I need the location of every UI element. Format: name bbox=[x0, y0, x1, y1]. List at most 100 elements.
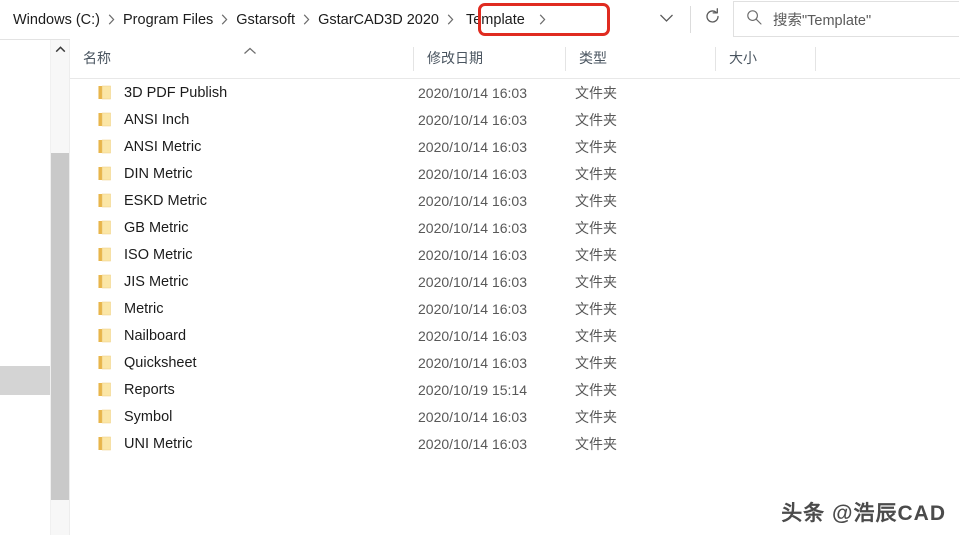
column-header-size[interactable]: 大小 bbox=[716, 39, 815, 77]
file-date-cell: 2020/10/14 16:03 bbox=[418, 246, 527, 263]
file-date-cell: 2020/10/14 16:03 bbox=[418, 219, 527, 236]
column-divider[interactable] bbox=[815, 47, 816, 71]
folder-icon bbox=[98, 274, 111, 289]
file-name-label: Quicksheet bbox=[124, 354, 197, 371]
file-name-cell[interactable]: Symbol bbox=[70, 409, 172, 425]
folder-icon bbox=[98, 382, 111, 397]
file-name-label: JIS Metric bbox=[124, 273, 189, 290]
file-list[interactable]: 3D PDF Publish 2020/10/14 16:03 文件夹 ANSI In… bbox=[70, 79, 960, 535]
file-name-cell[interactable]: UNI Metric bbox=[70, 436, 192, 452]
file-row[interactable]: ANSI Inch 2020/10/14 16:03 文件夹 bbox=[70, 106, 960, 133]
column-header-size-label: 大小 bbox=[729, 50, 757, 66]
file-name-cell[interactable]: ANSI Inch bbox=[70, 112, 189, 128]
addressbar-divider bbox=[690, 6, 691, 33]
file-name-cell[interactable]: Quicksheet bbox=[70, 355, 197, 371]
file-name-cell[interactable]: JIS Metric bbox=[70, 274, 188, 290]
file-date-cell: 2020/10/14 16:03 bbox=[418, 84, 527, 101]
file-name-cell[interactable]: ESKD Metric bbox=[70, 193, 207, 209]
file-type-cell: 文件夹 bbox=[575, 111, 617, 128]
column-header-date-modified[interactable]: 修改日期 bbox=[414, 39, 565, 77]
file-type-cell: 文件夹 bbox=[575, 138, 617, 155]
file-row[interactable]: 3D PDF Publish 2020/10/14 16:03 文件夹 bbox=[70, 79, 960, 106]
file-type-cell: 文件夹 bbox=[575, 354, 617, 371]
file-name-cell[interactable]: ISO Metric bbox=[70, 247, 192, 263]
file-date-cell: 2020/10/14 16:03 bbox=[418, 300, 527, 317]
address-bar[interactable]: Windows (C:) Program Files Gstarsoft Gst… bbox=[0, 0, 960, 40]
scrollbar-up-arrow-button[interactable] bbox=[51, 40, 69, 58]
file-row[interactable]: Nailboard 2020/10/14 16:03 文件夹 bbox=[70, 322, 960, 349]
file-row[interactable]: ISO Metric 2020/10/14 16:03 文件夹 bbox=[70, 241, 960, 268]
file-name-label: Metric bbox=[124, 300, 164, 317]
vertical-scrollbar[interactable] bbox=[50, 40, 70, 535]
file-name-label: GB Metric bbox=[124, 219, 189, 236]
folder-icon bbox=[98, 220, 111, 235]
breadcrumb-item-template[interactable]: Template bbox=[461, 8, 530, 32]
search-input[interactable]: 搜索"Template" bbox=[733, 1, 959, 37]
file-date-cell: 2020/10/14 16:03 bbox=[418, 165, 527, 182]
column-header-name[interactable]: 名称 bbox=[70, 39, 413, 77]
file-name-label: 3D PDF Publish bbox=[124, 84, 228, 101]
chevron-down-icon bbox=[659, 10, 674, 28]
file-name-cell[interactable]: ANSI Metric bbox=[70, 139, 201, 155]
file-name-cell[interactable]: Reports bbox=[70, 382, 175, 398]
folder-icon bbox=[98, 166, 111, 181]
file-date-cell: 2020/10/14 16:03 bbox=[418, 327, 527, 344]
column-header-type[interactable]: 类型 bbox=[566, 39, 715, 77]
refresh-icon bbox=[704, 8, 721, 30]
refresh-button[interactable] bbox=[692, 0, 732, 38]
file-name-label: Reports bbox=[124, 381, 175, 398]
file-name-cell[interactable]: Metric bbox=[70, 301, 163, 317]
file-date-cell: 2020/10/14 16:03 bbox=[418, 354, 527, 371]
breadcrumb-item-gstarcad3d-2020[interactable]: GstarCAD3D 2020 bbox=[313, 8, 444, 32]
file-name-label: Nailboard bbox=[124, 327, 187, 344]
file-name-cell[interactable]: 3D PDF Publish bbox=[70, 85, 227, 101]
folder-icon bbox=[98, 193, 111, 208]
file-row[interactable]: UNI Metric 2020/10/14 16:03 文件夹 bbox=[70, 430, 960, 457]
chevron-right-icon bbox=[444, 14, 457, 25]
sort-ascending-icon bbox=[243, 42, 257, 60]
file-name-cell[interactable]: Nailboard bbox=[70, 328, 186, 344]
file-type-cell: 文件夹 bbox=[575, 408, 617, 425]
chevron-right-icon bbox=[300, 14, 313, 25]
file-row[interactable]: Reports 2020/10/19 15:14 文件夹 bbox=[70, 376, 960, 403]
file-row[interactable]: ESKD Metric 2020/10/14 16:03 文件夹 bbox=[70, 187, 960, 214]
file-type-cell: 文件夹 bbox=[575, 84, 617, 101]
recent-locations-dropdown-button[interactable] bbox=[646, 0, 686, 38]
file-row[interactable]: Quicksheet 2020/10/14 16:03 文件夹 bbox=[70, 349, 960, 376]
file-type-cell: 文件夹 bbox=[575, 381, 617, 398]
breadcrumb-item-windows-c[interactable]: Windows (C:) bbox=[8, 8, 105, 32]
file-row[interactable]: JIS Metric 2020/10/14 16:03 文件夹 bbox=[70, 268, 960, 295]
breadcrumb-item-program-files[interactable]: Program Files bbox=[118, 8, 218, 32]
file-type-cell: 文件夹 bbox=[575, 165, 617, 182]
file-row[interactable]: ANSI Metric 2020/10/14 16:03 文件夹 bbox=[70, 133, 960, 160]
folder-icon bbox=[98, 139, 111, 154]
chevron-right-icon bbox=[105, 14, 118, 25]
folder-icon bbox=[98, 436, 111, 451]
scrollbar-thumb[interactable] bbox=[51, 153, 69, 500]
file-row[interactable]: Symbol 2020/10/14 16:03 文件夹 bbox=[70, 403, 960, 430]
file-name-cell[interactable]: GB Metric bbox=[70, 220, 188, 236]
chevron-up-icon bbox=[55, 40, 66, 58]
file-date-cell: 2020/10/14 16:03 bbox=[418, 435, 527, 452]
file-date-cell: 2020/10/19 15:14 bbox=[418, 381, 527, 398]
file-name-cell[interactable]: DIN Metric bbox=[70, 166, 192, 182]
breadcrumb[interactable]: Windows (C:) Program Files Gstarsoft Gst… bbox=[0, 0, 549, 39]
file-type-cell: 文件夹 bbox=[575, 192, 617, 209]
file-name-label: DIN Metric bbox=[124, 165, 193, 182]
folder-icon bbox=[98, 355, 111, 370]
file-type-cell: 文件夹 bbox=[575, 273, 617, 290]
file-type-cell: 文件夹 bbox=[575, 300, 617, 317]
column-header-name-label: 名称 bbox=[83, 50, 111, 66]
search-icon bbox=[746, 9, 762, 30]
column-header-row: 名称 修改日期 类型 大小 bbox=[70, 39, 960, 79]
file-name-label: Symbol bbox=[124, 408, 173, 425]
left-edge-panel-block bbox=[0, 366, 50, 395]
file-name-label: ANSI Metric bbox=[124, 138, 202, 155]
file-row[interactable]: GB Metric 2020/10/14 16:03 文件夹 bbox=[70, 214, 960, 241]
chevron-right-icon bbox=[218, 14, 231, 25]
file-date-cell: 2020/10/14 16:03 bbox=[418, 273, 527, 290]
column-header-date-label: 修改日期 bbox=[427, 50, 483, 66]
breadcrumb-item-gstarsoft[interactable]: Gstarsoft bbox=[231, 8, 300, 32]
file-row[interactable]: DIN Metric 2020/10/14 16:03 文件夹 bbox=[70, 160, 960, 187]
file-row[interactable]: Metric 2020/10/14 16:03 文件夹 bbox=[70, 295, 960, 322]
